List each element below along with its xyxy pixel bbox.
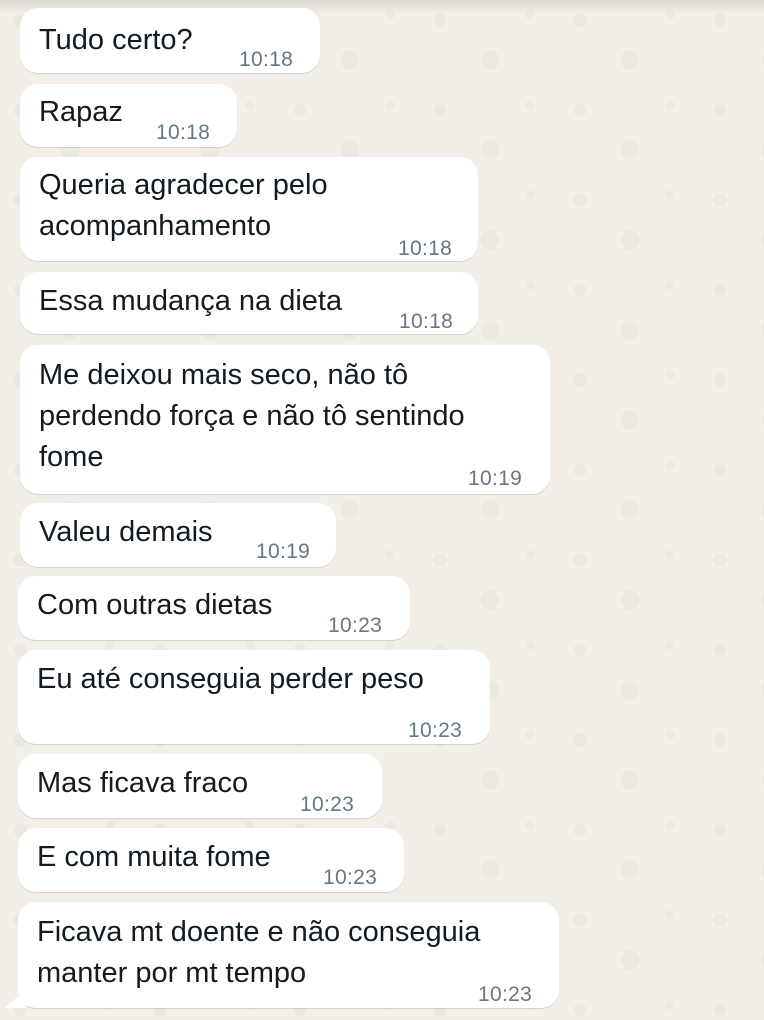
message-bubble[interactable]: Queria agradecer pelo acompanhamento 10:… [20,157,478,261]
message-time: 10:23 [408,719,463,742]
bubble-tail [4,990,26,1008]
message-time: 10:23 [300,793,355,816]
message-time: 10:23 [478,983,533,1006]
message-text: Tudo certo? [39,24,193,56]
message-time: 10:18 [398,237,453,260]
message-bubble[interactable]: Me deixou mais seco, não tô perdendo for… [20,345,550,494]
message-bubble[interactable]: E com muita fome 10:23 [18,828,404,892]
message-bubble[interactable]: Ficava mt doente e não conseguia manter … [18,902,559,1008]
message-bubble[interactable]: Valeu demais 10:19 [20,503,336,567]
message-text: E com muita fome [37,841,271,873]
message-time: 10:19 [256,540,311,563]
message-bubble[interactable]: Essa mudança na dieta 10:18 [20,272,478,334]
message-time: 10:18 [399,310,454,333]
message-text: Rapaz [39,96,123,128]
message-text: Me deixou mais seco, não tô perdendo for… [39,359,465,473]
message-text: Valeu demais [39,516,213,548]
message-time: 10:23 [323,866,378,889]
message-text: Essa mudança na dieta [39,285,343,317]
message-time: 10:23 [328,614,383,637]
message-bubble[interactable]: Mas ficava fraco 10:23 [18,754,382,818]
message-time: 10:18 [156,121,211,144]
message-time: 10:18 [239,48,294,71]
message-text: Mas ficava fraco [37,767,249,799]
message-bubble[interactable]: Com outras dietas 10:23 [18,576,410,640]
message-time: 10:19 [468,467,523,490]
message-bubble[interactable]: Rapaz 10:18 [20,84,237,147]
message-text: Ficava mt doente e não conseguia manter … [37,916,481,989]
message-bubble[interactable]: Eu até conseguia perder peso 10:23 [18,650,490,744]
message-text: Com outras dietas [37,589,273,621]
message-text: Queria agradecer pelo acompanhamento [39,169,328,242]
message-text: Eu até conseguia perder peso [37,663,424,695]
message-bubble[interactable]: Tudo certo? 10:18 [20,8,320,73]
